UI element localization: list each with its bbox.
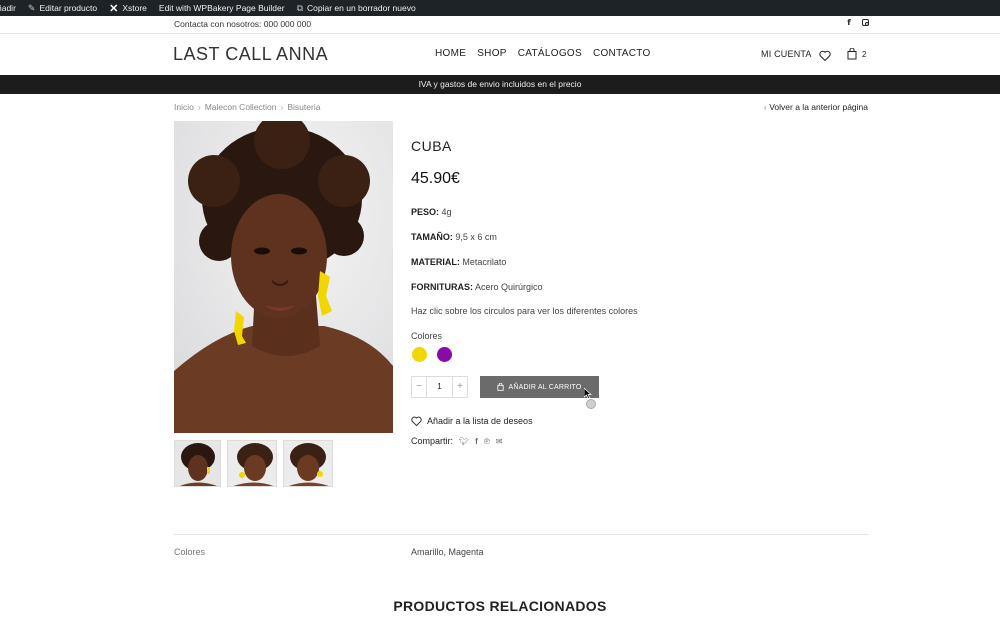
back-link-label: Volver a la anterior página bbox=[769, 102, 868, 112]
breadcrumb: Inicio › Malecon Collection › Bisuteria bbox=[174, 102, 320, 112]
quantity-stepper: − 1 + bbox=[411, 376, 468, 398]
main-nav: HOME SHOP CATÁLOGOS CONTACTO bbox=[435, 48, 651, 59]
attr-tamano: TAMAÑO: 9,5 x 6 cm bbox=[411, 232, 497, 242]
admin-add-new-label: ñadir bbox=[0, 3, 16, 13]
attr-value: 4g bbox=[441, 207, 452, 217]
twitter-icon[interactable]: 🐦︎ bbox=[459, 437, 469, 446]
qty-increase-button[interactable]: + bbox=[453, 377, 467, 397]
nav-shop[interactable]: SHOP bbox=[477, 48, 507, 59]
contact-text: Contacta con nosotros: 000 000 000 bbox=[174, 19, 312, 29]
admin-xstore-label: Xstore bbox=[122, 3, 147, 13]
cart-button[interactable]: 2 bbox=[847, 48, 866, 60]
share-row: Compartir: 🐦︎ f ℗ ✉ bbox=[411, 436, 502, 446]
attr-value: 9,5 x 6 cm bbox=[455, 232, 497, 242]
swatch-magenta[interactable] bbox=[437, 347, 452, 362]
facebook-icon[interactable]: f bbox=[475, 437, 478, 446]
add-to-wishlist-link[interactable]: Añadir a la lista de deseos bbox=[411, 416, 533, 426]
promo-bar: IVA y gastos de envio incluidos en el pr… bbox=[0, 75, 1000, 94]
cart-count: 2 bbox=[862, 49, 867, 59]
product-price: 45.90€ bbox=[411, 170, 460, 187]
not-allowed-icon bbox=[586, 399, 596, 409]
product-thumbnail[interactable] bbox=[283, 440, 333, 487]
share-label: Compartir: bbox=[411, 436, 454, 446]
admin-edit-product[interactable]: ✎ Editar producto bbox=[28, 3, 97, 14]
nav-home[interactable]: HOME bbox=[435, 48, 466, 59]
breadcrumb-collection[interactable]: Malecon Collection bbox=[205, 102, 277, 112]
admin-xstore[interactable]: ✕ Xstore bbox=[109, 2, 147, 15]
product-thumbnail[interactable] bbox=[174, 440, 221, 487]
breadcrumb-category[interactable]: Bisuteria bbox=[287, 102, 320, 112]
wishlist-heart-icon[interactable] bbox=[819, 48, 831, 66]
product-title: CUBA bbox=[411, 138, 452, 154]
heart-icon bbox=[411, 416, 422, 426]
product-photo bbox=[174, 121, 393, 433]
top-info-bar: Contacta con nosotros: 000 000 000 f bbox=[0, 16, 1000, 34]
pencil-icon: ✎ bbox=[27, 2, 36, 13]
info-key: Colores bbox=[174, 547, 206, 557]
facebook-icon[interactable]: f bbox=[845, 19, 853, 27]
related-products-title: PRODUCTOS RELACIONADOS bbox=[393, 598, 607, 614]
nav-catalogos[interactable]: CATÁLOGOS bbox=[518, 48, 582, 59]
site-logo[interactable]: LAST CALL ANNA bbox=[173, 44, 328, 65]
shopping-bag-icon bbox=[847, 48, 857, 60]
info-value: Amarillo, Magenta bbox=[411, 547, 484, 557]
attr-label: MATERIAL: bbox=[411, 257, 460, 267]
back-link[interactable]: ‹ Volver a la anterior página bbox=[764, 102, 868, 112]
chevron-right-icon: › bbox=[197, 102, 201, 112]
copy-icon: ⧉ bbox=[296, 2, 304, 13]
email-icon[interactable]: ✉ bbox=[496, 437, 503, 446]
qty-input[interactable]: 1 bbox=[426, 377, 453, 397]
colors-label: Colores bbox=[411, 331, 443, 341]
admin-edit-product-label: Editar producto bbox=[39, 3, 98, 13]
admin-add-new[interactable]: ñadir bbox=[0, 3, 16, 13]
mouse-cursor-icon bbox=[584, 388, 592, 399]
breadcrumb-home[interactable]: Inicio bbox=[174, 102, 194, 112]
nav-contacto[interactable]: CONTACTO bbox=[593, 48, 651, 59]
color-swatches bbox=[412, 347, 452, 362]
attr-value: Acero Quirúrgico bbox=[475, 282, 543, 292]
site-header: LAST CALL ANNA HOME SHOP CATÁLOGOS CONTA… bbox=[0, 35, 1000, 75]
attr-label: PESO: bbox=[411, 207, 440, 217]
attr-label: TAMAÑO: bbox=[411, 232, 453, 242]
attr-value: Metacrilato bbox=[462, 257, 507, 267]
account-link[interactable]: MI CUENTA bbox=[761, 49, 812, 59]
swatch-amarillo[interactable] bbox=[412, 347, 427, 362]
wishlist-label: Añadir a la lista de deseos bbox=[427, 416, 533, 426]
shopping-bag-icon bbox=[497, 383, 505, 391]
instagram-icon[interactable] bbox=[862, 19, 869, 26]
pinterest-icon[interactable]: ℗ bbox=[484, 437, 490, 446]
product-thumbnail[interactable] bbox=[227, 440, 277, 487]
wp-admin-bar: ñadir ✎Editar producto ✕Xstore Edit with… bbox=[0, 0, 1000, 16]
admin-copy-draft-label: Copiar en un borrador nuevo bbox=[307, 3, 416, 13]
social-links: f bbox=[845, 19, 869, 27]
qty-decrease-button[interactable]: − bbox=[412, 377, 426, 397]
attr-label: FORNITURAS: bbox=[411, 282, 473, 292]
section-divider bbox=[174, 534, 868, 535]
admin-wpbakery-label: Edit with WPBakery Page Builder bbox=[158, 3, 285, 13]
chevron-right-icon: › bbox=[280, 102, 284, 112]
admin-copy-draft[interactable]: ⧉ Copiar en un borrador nuevo bbox=[297, 3, 416, 14]
attr-fornituras: FORNITURAS: Acero Quirúrgico bbox=[411, 282, 543, 292]
admin-wpbakery[interactable]: Edit with WPBakery Page Builder bbox=[159, 3, 285, 13]
attr-material: MATERIAL: Metacrilato bbox=[411, 257, 506, 267]
add-to-cart-label: AÑADIR AL CARRITO bbox=[508, 383, 582, 391]
xstore-icon: ✕ bbox=[109, 2, 119, 15]
product-thumbnails bbox=[174, 440, 333, 487]
add-to-cart-button[interactable]: AÑADIR AL CARRITO bbox=[480, 376, 599, 398]
product-main-image[interactable] bbox=[174, 121, 393, 433]
color-hint: Haz clic sobre los circulos para ver los… bbox=[411, 306, 638, 316]
attr-peso: PESO: 4g bbox=[411, 207, 452, 217]
